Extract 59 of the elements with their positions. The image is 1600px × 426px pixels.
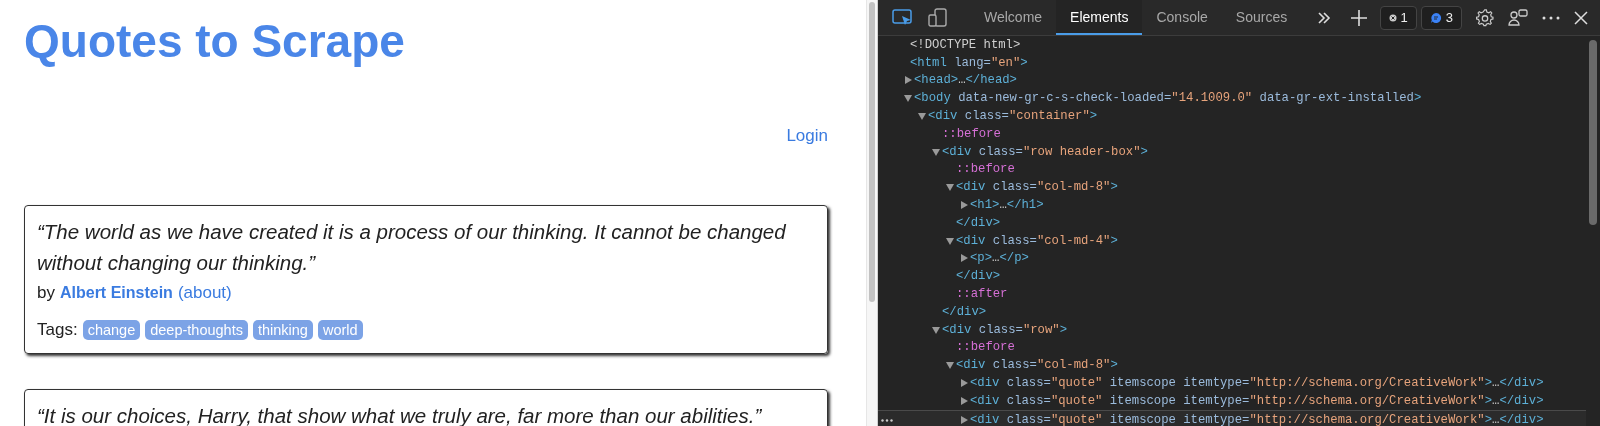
expand-toggle[interactable] bbox=[960, 414, 968, 425]
expand-toggle[interactable] bbox=[960, 378, 968, 389]
dom-node-line[interactable]: <div class="col-md-4"> bbox=[956, 233, 1118, 248]
dom-node-line[interactable]: <p>…</p> bbox=[970, 251, 1029, 266]
expand-toggle[interactable] bbox=[918, 111, 926, 122]
by-label: by bbox=[37, 282, 55, 305]
dom-node-line[interactable]: <div class="row"> bbox=[942, 322, 1068, 337]
devtools-tab[interactable]: Sources bbox=[1221, 0, 1302, 35]
dom-node-line[interactable]: </div> bbox=[956, 269, 1001, 284]
add-icon[interactable] bbox=[1351, 9, 1368, 26]
dom-node-line[interactable]: <div class="col-md-8"> bbox=[956, 180, 1118, 195]
close-icon[interactable] bbox=[1574, 10, 1588, 25]
dom-node-line[interactable]: <div class="quote" itemscope itemtype="http://schema.org/CreativeWork">…</div> bbox=[970, 393, 1544, 408]
expand-toggle[interactable] bbox=[960, 253, 968, 264]
message-icon bbox=[1429, 11, 1442, 24]
issue-badge[interactable]: 1 bbox=[1379, 5, 1417, 30]
people-icon[interactable] bbox=[1508, 8, 1528, 27]
author-link[interactable]: Albert Einstein bbox=[59, 281, 173, 306]
devtools-tab[interactable]: Console bbox=[1142, 0, 1222, 35]
dom-node-line[interactable]: <div class="container"> bbox=[928, 109, 1098, 124]
dom-node-line[interactable]: <body data-new-gr-c-s-check-loaded="14.1009.0" data-gr-ext-installed> bbox=[914, 91, 1422, 106]
expand-toggle[interactable] bbox=[946, 360, 954, 371]
dom-node-line[interactable]: <html lang="en"> bbox=[910, 55, 1028, 70]
expand-toggle[interactable] bbox=[904, 75, 912, 86]
dom-node-line[interactable]: <div class="row header-box"> bbox=[942, 144, 1148, 159]
tags-label: Tags: bbox=[37, 319, 78, 342]
scrollbar[interactable] bbox=[866, 0, 878, 426]
settings-icon[interactable] bbox=[1476, 8, 1494, 27]
device-icon[interactable] bbox=[928, 7, 948, 28]
dom-node-line[interactable]: <head>…</head> bbox=[914, 73, 1017, 88]
about-link[interactable]: (about) bbox=[177, 281, 232, 306]
expand-toggle[interactable] bbox=[960, 200, 968, 211]
site-title[interactable]: Quotes to Scrape bbox=[24, 14, 405, 70]
expand-toggle[interactable] bbox=[932, 324, 940, 335]
dom-node-line[interactable]: <div class="col-md-8"> bbox=[956, 358, 1118, 373]
issue-badge[interactable]: 3 bbox=[1420, 5, 1462, 30]
dom-node-line[interactable]: </div> bbox=[942, 304, 987, 319]
error-icon bbox=[1388, 13, 1397, 22]
dom-node-line[interactable]: ::before bbox=[956, 162, 1015, 177]
more-icon[interactable] bbox=[1542, 15, 1560, 20]
expand-toggle[interactable] bbox=[904, 93, 912, 104]
expand-toggle[interactable] bbox=[946, 235, 954, 246]
dom-node-line[interactable]: </div> bbox=[956, 215, 1001, 230]
dom-node-line[interactable]: <!DOCTYPE html> bbox=[910, 37, 1021, 52]
more-icon[interactable] bbox=[881, 418, 893, 422]
dom-node-line[interactable]: ::before bbox=[956, 340, 1015, 355]
dom-node-line[interactable]: <div class="quote" itemscope itemtype="http://schema.org/CreativeWork">…</div> bbox=[970, 376, 1544, 391]
devtools-tab[interactable]: Elements bbox=[1056, 0, 1143, 35]
expand-toggle[interactable] bbox=[946, 182, 954, 193]
expand-toggle[interactable] bbox=[960, 395, 968, 406]
quote-text: “The world as we have created it is a process of our thinking. It cannot be changed without changing our thinking.” bbox=[37, 219, 787, 277]
login-link[interactable]: Login bbox=[786, 126, 828, 147]
dom-node-line[interactable]: ::after bbox=[956, 287, 1008, 302]
dom-node-line[interactable]: ::before bbox=[942, 126, 1001, 141]
expand-toggle[interactable] bbox=[932, 146, 940, 157]
dom-node-line[interactable]: <h1>…</h1> bbox=[970, 198, 1044, 213]
more-tabs-icon[interactable] bbox=[1317, 10, 1332, 25]
devtools-tab[interactable]: Welcome bbox=[970, 0, 1057, 35]
inspect-icon[interactable] bbox=[892, 8, 914, 27]
